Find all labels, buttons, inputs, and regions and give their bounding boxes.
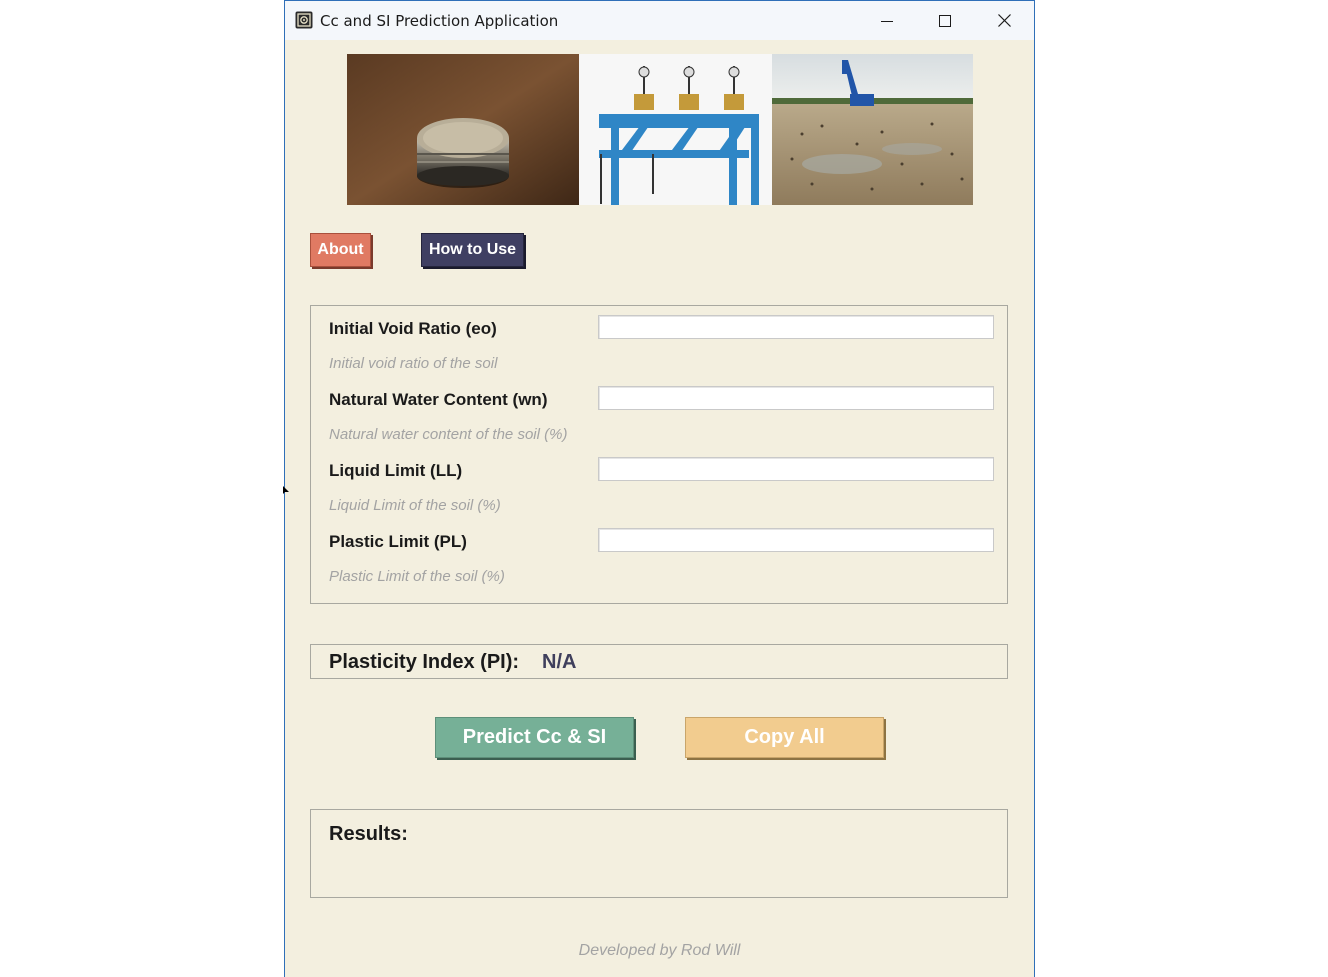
plasticity-index-label: Plasticity Index (PI): <box>329 651 520 673</box>
liquid-limit-label: Liquid Limit (LL) <box>329 461 463 480</box>
water-content-label: Natural Water Content (wn) <box>329 390 548 409</box>
liquid-limit-hint: Liquid Limit of the soil (%) <box>329 497 501 514</box>
results-label: Results: <box>329 823 408 845</box>
footer-credit: Developed by Rod Will <box>578 942 741 959</box>
minimize-icon <box>881 20 893 22</box>
construction-site-photo <box>772 54 973 205</box>
void-ratio-input[interactable] <box>598 315 994 339</box>
plasticity-index-value: N/A <box>542 651 577 673</box>
close-button[interactable] <box>975 1 1033 40</box>
consolidation-apparatus-photo <box>579 54 772 205</box>
how-to-use-button[interactable]: How to Use <box>421 233 524 267</box>
water-content-input[interactable] <box>598 386 994 410</box>
liquid-limit-input[interactable] <box>598 457 994 481</box>
title-bar[interactable]: Cc and SI Prediction Application <box>285 1 1034 40</box>
header-banner <box>347 54 973 205</box>
copy-all-button[interactable]: Copy All <box>685 717 884 758</box>
minimize-button[interactable] <box>858 1 916 40</box>
close-icon <box>997 14 1011 27</box>
app-icon <box>295 11 313 29</box>
predict-button[interactable]: Predict Cc & SI <box>435 717 634 758</box>
maximize-icon <box>939 14 951 27</box>
void-ratio-hint: Initial void ratio of the soil <box>329 355 498 372</box>
void-ratio-label: Initial Void Ratio (eo) <box>329 319 497 338</box>
maximize-button[interactable] <box>916 1 974 40</box>
plasticity-index-panel: Plasticity Index (PI): N/A <box>310 644 1008 679</box>
app-window: Cc and SI Prediction Application About H… <box>284 0 1035 977</box>
soil-specimen-photo <box>347 54 579 205</box>
water-content-hint: Natural water content of the soil (%) <box>329 426 568 443</box>
about-button[interactable]: About <box>310 233 371 267</box>
window-title: Cc and SI Prediction Application <box>320 12 559 30</box>
mouse-cursor-icon <box>283 486 289 494</box>
plastic-limit-label: Plastic Limit (PL) <box>329 532 467 551</box>
plastic-limit-input[interactable] <box>598 528 994 552</box>
input-panel: Initial Void Ratio (eo) Initial void rat… <box>310 305 1008 604</box>
results-panel: Results: <box>310 809 1008 898</box>
plastic-limit-hint: Plastic Limit of the soil (%) <box>329 568 505 585</box>
